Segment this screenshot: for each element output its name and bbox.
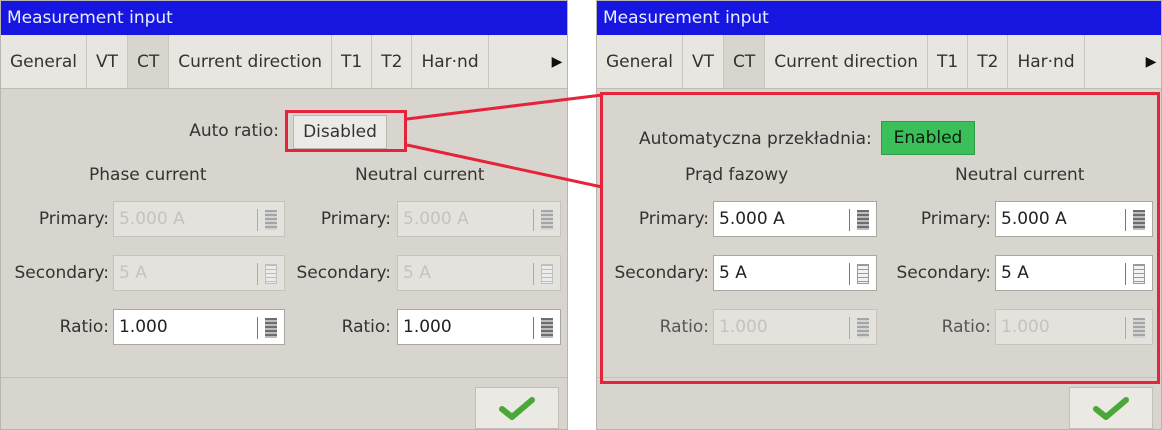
- ok-button[interactable]: [1069, 387, 1153, 429]
- phase-primary-value: 5.000 A: [119, 209, 185, 229]
- tab-bar: General VT CT Current direction T1 T2 Ha…: [1, 35, 567, 89]
- neutral-secondary-value: 5 A: [403, 263, 431, 283]
- tab-harmonics[interactable]: Har·nd: [1008, 35, 1085, 88]
- window-title: Measurement input: [597, 1, 1161, 35]
- phase-ratio-input[interactable]: 1.000: [113, 309, 285, 345]
- phase-secondary-select: 5 A: [113, 255, 285, 291]
- neutral-primary-value: 5.000 A: [403, 209, 469, 229]
- ok-button[interactable]: [475, 387, 559, 429]
- neutral-secondary-label: Secondary:: [296, 263, 391, 283]
- stepper-icon: [265, 210, 277, 230]
- tab-ct[interactable]: CT: [128, 35, 170, 88]
- tab-general[interactable]: General: [1, 35, 87, 88]
- tab-vt[interactable]: VT: [683, 35, 725, 88]
- window-title: Measurement input: [1, 1, 567, 35]
- tab-harmonics[interactable]: Har·nd: [412, 35, 489, 88]
- tab-t1[interactable]: T1: [928, 35, 969, 88]
- neutral-ratio-value: 1.000: [403, 317, 452, 337]
- tab-general[interactable]: General: [597, 35, 683, 88]
- highlight-box-panel: [600, 92, 1160, 384]
- neutral-ratio-label: Ratio:: [341, 317, 391, 337]
- neutral-primary-label: Primary:: [320, 209, 391, 229]
- checkmark-icon: [499, 397, 535, 420]
- arrow-right-icon[interactable]: ▶: [1141, 35, 1161, 88]
- tab-current-direction[interactable]: Current direction: [169, 35, 333, 88]
- neutral-secondary-select: 5 A: [397, 255, 561, 291]
- measurement-input-window-left: Measurement input General VT CT Current …: [0, 0, 568, 430]
- checkmark-icon: [1093, 397, 1129, 420]
- phase-ratio-label: Ratio:: [59, 317, 109, 337]
- stepper-icon: [541, 210, 553, 230]
- stepper-icon[interactable]: [265, 318, 277, 338]
- phase-primary-input: 5.000 A: [113, 201, 285, 237]
- list-icon: [265, 264, 277, 284]
- tab-current-direction[interactable]: Current direction: [765, 35, 929, 88]
- phase-secondary-label: Secondary:: [14, 263, 109, 283]
- phase-primary-label: Primary:: [38, 209, 109, 229]
- tab-bar: General VT CT Current direction T1 T2 Ha…: [597, 35, 1161, 89]
- phase-current-heading: Phase current: [89, 165, 207, 185]
- neutral-ratio-input[interactable]: 1.000: [397, 309, 561, 345]
- neutral-primary-input: 5.000 A: [397, 201, 561, 237]
- footer-divider: [1, 377, 567, 378]
- list-icon: [541, 264, 553, 284]
- arrow-right-icon[interactable]: ▶: [547, 35, 567, 88]
- highlight-box-auto-ratio: [285, 110, 407, 152]
- tab-ct[interactable]: CT: [724, 35, 766, 88]
- phase-ratio-value: 1.000: [119, 317, 168, 337]
- stepper-icon[interactable]: [541, 318, 553, 338]
- tab-vt[interactable]: VT: [87, 35, 129, 88]
- neutral-current-heading: Neutral current: [355, 165, 485, 185]
- phase-secondary-value: 5 A: [119, 263, 147, 283]
- auto-ratio-label: Auto ratio:: [189, 121, 279, 141]
- tab-t2[interactable]: T2: [372, 35, 413, 88]
- tab-t2[interactable]: T2: [968, 35, 1009, 88]
- tab-t1[interactable]: T1: [332, 35, 373, 88]
